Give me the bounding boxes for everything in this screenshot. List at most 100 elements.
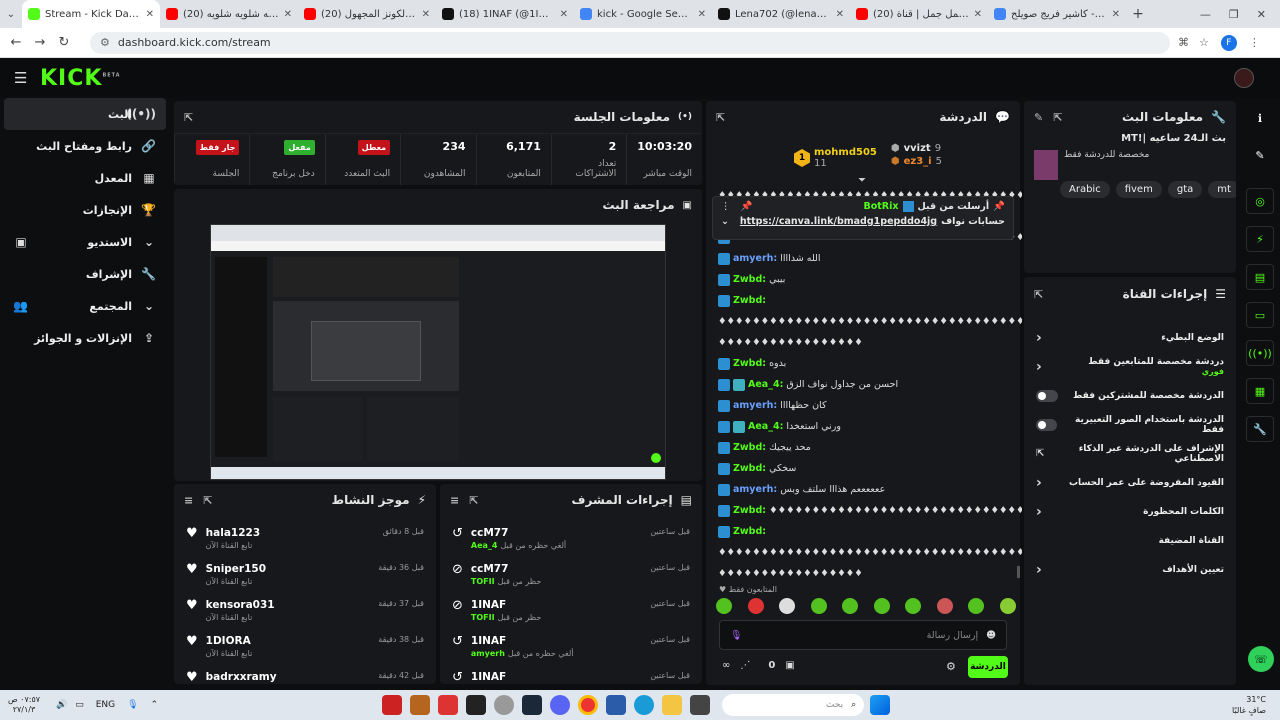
new-tab-button[interactable]: + bbox=[1126, 6, 1150, 22]
chrome-icon[interactable] bbox=[578, 695, 599, 715]
activity-user[interactable]: kensora031 bbox=[206, 599, 275, 611]
sidebar-item[interactable]: ⇪ الإنزالات و الجوائز bbox=[4, 322, 166, 354]
tab-close-icon[interactable]: ✕ bbox=[1112, 9, 1120, 20]
emote-icon[interactable] bbox=[810, 598, 827, 614]
close-window-icon[interactable]: ✕ bbox=[1257, 8, 1266, 21]
toggle-switch[interactable] bbox=[1036, 418, 1058, 431]
tab-close-icon[interactable]: ✕ bbox=[698, 9, 706, 20]
sidebar-item[interactable]: ▦ المعدل bbox=[4, 162, 166, 194]
stream-info-popout-icon[interactable]: ⇱ bbox=[1053, 111, 1062, 124]
chat-message[interactable]: ♦♦♦♦♦♦♦♦♦♦♦♦♦♦♦♦♦♦♦♦♦♦♦♦♦♦♦♦♦♦♦♦♦♦♦♦♦♦♦♦… bbox=[712, 542, 1022, 563]
chat-username[interactable]: Zwbd: bbox=[733, 437, 766, 458]
pinned-expand-icon[interactable]: ⌄ bbox=[721, 216, 729, 227]
mod-by-user[interactable]: TOFII bbox=[471, 577, 495, 586]
chat-scrollbar[interactable] bbox=[1017, 566, 1020, 578]
network-icon[interactable]: ▭ bbox=[75, 700, 84, 710]
chat-message[interactable]: Zwbd: بيبي bbox=[712, 269, 1022, 290]
steam-icon[interactable] bbox=[522, 695, 543, 715]
mod-by-user[interactable]: amyerh bbox=[471, 649, 505, 658]
chat-message[interactable]: ♦♦♦♦♦♦♦♦♦♦♦♦♦♦♦♦♦ bbox=[712, 563, 1022, 580]
gift-icon[interactable]: ▣ bbox=[785, 660, 794, 671]
chat-send-button[interactable]: الدردشة bbox=[968, 656, 1008, 678]
emote-icon[interactable] bbox=[905, 598, 922, 614]
info-icon[interactable]: ℹ bbox=[1240, 98, 1280, 138]
top-user-3[interactable]: ez3_i bbox=[904, 156, 932, 167]
mod-action-row[interactable]: ↺ 1INAF قبل ساعتين bbox=[440, 666, 702, 685]
activity-popout-icon[interactable]: ⇱ bbox=[203, 494, 212, 507]
chat-username[interactable]: amyerh: bbox=[733, 248, 777, 269]
sidebar-item[interactable]: ((•)) البث bbox=[4, 98, 166, 130]
language-indicator[interactable]: ENG bbox=[96, 700, 115, 710]
top-user-2[interactable]: vvizt bbox=[904, 143, 931, 154]
task-view-icon[interactable] bbox=[690, 695, 711, 715]
chat-username[interactable]: Aea_4: bbox=[748, 416, 783, 437]
chat-message[interactable]: Aea_4: احسن من جداول نواف الزق bbox=[712, 374, 1022, 395]
tab-close-icon[interactable]: ✕ bbox=[974, 9, 982, 20]
browser-tab[interactable]: (20) شيله شلويه شلويه ✕ bbox=[160, 0, 298, 28]
channel-action-row[interactable]: القناة المضيفة bbox=[1024, 526, 1236, 555]
chat-message[interactable]: Zwbd: bbox=[712, 521, 1022, 542]
pinned-link[interactable]: https://canva.link/bmadg1pepddo4jg bbox=[740, 216, 937, 227]
mic-icon[interactable]: 🎙 bbox=[730, 630, 742, 641]
sidebar-item[interactable]: ⌄ الاستديو ▣ bbox=[4, 226, 166, 258]
stream-preview-video[interactable] bbox=[210, 224, 666, 480]
channel-action-row[interactable]: دردشة مخصصة للمتابعين فقط فوري ‹ bbox=[1024, 352, 1236, 381]
bookmark-star-icon[interactable]: ☆ bbox=[1199, 36, 1209, 49]
help-support-icon[interactable]: ☏ bbox=[1248, 646, 1274, 672]
chat-message[interactable]: ♦♦♦♦♦♦♦♦♦♦♦♦♦♦♦♦♦ bbox=[712, 332, 1022, 353]
stream-tag[interactable]: mt bbox=[1208, 181, 1236, 198]
mod-by-user[interactable]: TOFII bbox=[471, 613, 495, 622]
infinity-icon[interactable]: ∞ bbox=[722, 660, 730, 671]
chat-message[interactable]: Zwbd: سخكي bbox=[712, 458, 1022, 479]
activity-user[interactable]: hala1223 bbox=[206, 527, 260, 539]
chat-icon[interactable]: ▭ bbox=[1246, 302, 1274, 328]
settings-app-icon[interactable] bbox=[494, 695, 515, 715]
chat-message[interactable]: ♦♦♦♦♦♦♦♦♦♦♦♦♦♦♦♦♦♦♦♦♦♦♦♦♦♦♦♦♦♦♦♦♦♦♦♦♦♦♦♦… bbox=[712, 311, 1022, 332]
toggle-switch[interactable] bbox=[1036, 389, 1058, 402]
capcut-icon[interactable] bbox=[466, 695, 487, 715]
tab-close-icon[interactable]: ✕ bbox=[284, 9, 292, 20]
pinned-message[interactable]: 📌 أرسلت من قبل BotRix 📌 ⋮ حسابات نواف http… bbox=[712, 196, 1014, 240]
mod-target-user[interactable]: 1INAF bbox=[471, 599, 541, 611]
browser-tab[interactable]: (18) 1INAF (@1INAF_) / X ✕ bbox=[436, 0, 574, 28]
layout-icon[interactable]: ▦ bbox=[1246, 378, 1274, 404]
tab-close-icon[interactable]: ✕ bbox=[422, 9, 430, 20]
mod-filter-icon[interactable]: ≡ bbox=[450, 494, 459, 507]
reload-icon[interactable]: ↻ bbox=[52, 35, 76, 50]
channel-action-row[interactable]: الدردشة باستخدام الصور التعبيرية فقط bbox=[1024, 410, 1236, 439]
share-icon[interactable]: ⋰ bbox=[740, 660, 750, 671]
activity-user[interactable]: Sniper150 bbox=[206, 563, 266, 575]
emoji-icon[interactable]: ☻ bbox=[986, 630, 996, 641]
chat-popout-icon[interactable]: ⇱ bbox=[716, 111, 725, 124]
taskbar-search[interactable]: بحث ⌕ bbox=[722, 694, 865, 716]
channel-action-row[interactable]: القيود المفروضة على عمر الحساب ‹ bbox=[1024, 468, 1236, 497]
lightning-icon[interactable]: ⚡ bbox=[1246, 226, 1274, 252]
browser-menu-icon[interactable]: ⋮ bbox=[1249, 36, 1260, 49]
speaker-icon[interactable]: 🔊 bbox=[56, 700, 67, 710]
popout-icon[interactable]: ⇱ bbox=[184, 111, 193, 124]
sidebar-item[interactable]: 🔗 رابط ومفتاح البث bbox=[4, 130, 166, 162]
top-user-1[interactable]: mohmd505 bbox=[814, 147, 877, 158]
url-field[interactable]: ⚙ dashboard.kick.com/stream bbox=[90, 31, 1170, 54]
mod-action-row[interactable]: ↺ 1INAF ألغي حظره من قبل amyerh قبل ساعتين bbox=[440, 630, 702, 666]
filter-icon[interactable]: ≡ bbox=[184, 494, 193, 507]
chat-username[interactable]: Zwbd: bbox=[733, 521, 766, 542]
translate-icon[interactable]: ⌘ bbox=[1178, 36, 1189, 49]
explorer-icon[interactable] bbox=[662, 695, 683, 715]
stream-tag[interactable]: gta bbox=[1167, 181, 1203, 198]
sidebar-item[interactable]: 🔧 الإشراف bbox=[4, 258, 166, 290]
edge-icon[interactable] bbox=[634, 695, 655, 715]
weather-widget[interactable]: 31°C صافٍ غالبًا bbox=[1232, 694, 1280, 716]
chat-message[interactable]: Zwbd: bbox=[712, 290, 1022, 311]
chat-message[interactable]: amyerh: الله شداااا bbox=[712, 248, 1022, 269]
forward-icon[interactable]: → bbox=[28, 35, 52, 50]
pencil-icon[interactable]: ✎ bbox=[1240, 138, 1280, 172]
mod-target-user[interactable]: 1INAF bbox=[471, 671, 506, 683]
maximize-icon[interactable]: ❐ bbox=[1229, 8, 1239, 21]
browser-tab[interactable]: kick - Google Search ✕ bbox=[574, 0, 712, 28]
mod-by-user[interactable]: Aea_4 bbox=[471, 541, 498, 550]
stream-tag[interactable]: Arabic bbox=[1060, 181, 1110, 198]
mod-target-user[interactable]: ccM77 bbox=[471, 527, 566, 539]
emote-icon[interactable] bbox=[999, 598, 1016, 614]
sidebar-item[interactable]: 🏆 الإنجازات bbox=[4, 194, 166, 226]
